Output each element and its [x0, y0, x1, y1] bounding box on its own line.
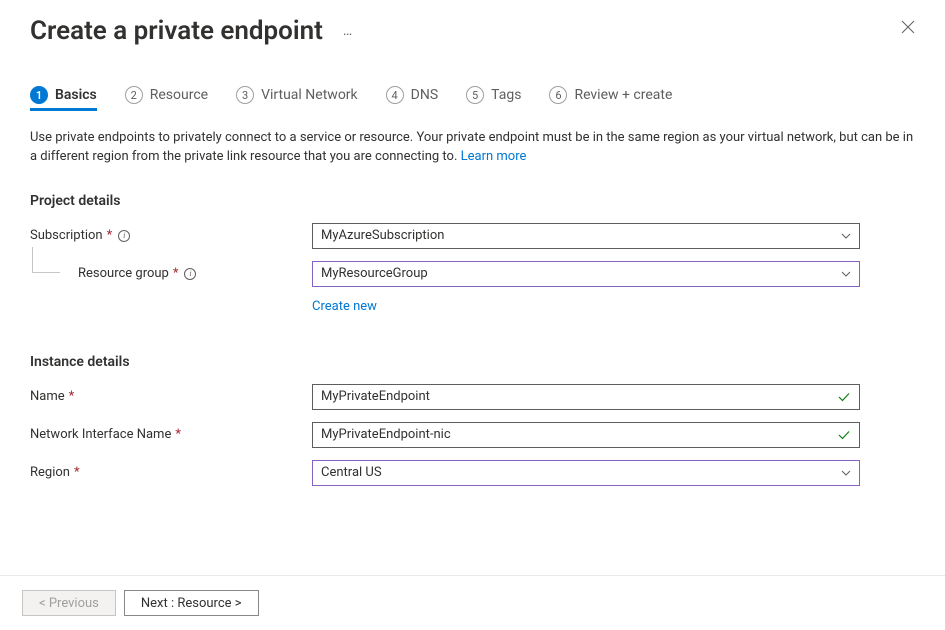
select-value: MyAzureSubscription — [321, 228, 444, 243]
nic-input[interactable] — [321, 427, 837, 442]
required-indicator: * — [74, 465, 80, 480]
name-input[interactable] — [321, 389, 837, 404]
chevron-down-icon — [841, 271, 851, 277]
tab-label: Virtual Network — [261, 87, 358, 103]
required-indicator: * — [107, 228, 113, 243]
create-new-link[interactable]: Create new — [312, 299, 377, 314]
tab-label: Tags — [491, 87, 521, 103]
tab-number: 5 — [466, 86, 484, 104]
subscription-select[interactable]: MyAzureSubscription — [312, 223, 860, 249]
resource-group-label: Resource group * i — [30, 266, 312, 281]
tab-virtual-network[interactable]: 3 Virtual Network — [236, 86, 358, 111]
close-icon — [901, 20, 915, 34]
tab-label: Review + create — [574, 87, 672, 103]
tab-number: 4 — [386, 86, 404, 104]
nic-input-wrapper — [312, 422, 860, 448]
nic-label: Network Interface Name * — [30, 427, 312, 442]
required-indicator: * — [69, 389, 75, 404]
info-icon[interactable]: i — [118, 230, 130, 242]
chevron-down-icon — [841, 233, 851, 239]
tab-label: DNS — [411, 87, 439, 103]
close-button[interactable] — [901, 20, 915, 38]
tab-number: 2 — [125, 86, 143, 104]
tab-description: Use private endpoints to privately conne… — [30, 129, 915, 167]
tab-number: 3 — [236, 86, 254, 104]
tab-tags[interactable]: 5 Tags — [466, 86, 521, 111]
previous-button[interactable]: < Previous — [22, 590, 116, 616]
resource-group-select[interactable]: MyResourceGroup — [312, 261, 860, 287]
tab-review-create[interactable]: 6 Review + create — [549, 86, 672, 111]
tab-label: Basics — [55, 87, 97, 103]
indent-bracket — [32, 247, 60, 273]
select-value: Central US — [321, 465, 382, 480]
tab-number: 1 — [30, 86, 48, 104]
wizard-tabs: 1 Basics 2 Resource 3 Virtual Network 4 … — [0, 46, 945, 111]
region-label: Region * — [30, 465, 312, 480]
chevron-down-icon — [841, 470, 851, 476]
tab-label: Resource — [150, 87, 208, 103]
name-label: Name * — [30, 389, 312, 404]
learn-more-link[interactable]: Learn more — [461, 149, 527, 164]
tab-resource[interactable]: 2 Resource — [125, 86, 208, 111]
project-details-heading: Project details — [30, 193, 915, 209]
page-title: Create a private endpoint — [30, 16, 323, 46]
next-button[interactable]: Next : Resource > — [124, 590, 259, 616]
tab-dns[interactable]: 4 DNS — [386, 86, 439, 111]
check-icon — [837, 390, 851, 404]
required-indicator: * — [175, 427, 181, 442]
instance-details-heading: Instance details — [30, 354, 915, 370]
tab-number: 6 — [549, 86, 567, 104]
wizard-footer: < Previous Next : Resource > — [0, 575, 945, 630]
info-icon[interactable]: i — [184, 268, 196, 280]
region-select[interactable]: Central US — [312, 460, 860, 486]
name-input-wrapper — [312, 384, 860, 410]
check-icon — [837, 428, 851, 442]
required-indicator: * — [173, 266, 179, 281]
subscription-label: Subscription * i — [30, 228, 312, 243]
select-value: MyResourceGroup — [321, 266, 428, 281]
title-more-icon[interactable]: … — [343, 23, 354, 39]
tab-basics[interactable]: 1 Basics — [30, 86, 97, 111]
